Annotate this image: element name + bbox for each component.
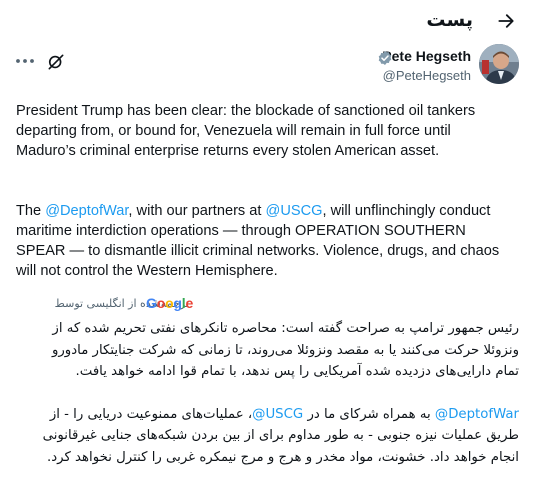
translated-text-segment: ، عملیات‌های ممنوعیت دریایی را - از [49, 406, 253, 422]
tweet-text-segment: , will unflinchingly conduct [322, 203, 491, 219]
tweet-text: President Trump has been clear: the bloc… [16, 101, 521, 281]
mention-link-uscg[interactable]: @USCG [252, 407, 303, 422]
author-name[interactable]: Pete Hegseth [382, 48, 471, 64]
tweet-text-segment: , with our partners at [128, 203, 266, 219]
avatar[interactable] [479, 44, 519, 84]
post-header: پست [0, 0, 535, 42]
tweet-line: The @DeptofWar, with our partners at @US… [16, 201, 521, 221]
tweet-line: President Trump has been clear: the bloc… [16, 103, 476, 119]
translated-line: طریق عملیات نیزه جنوبی - به طور مداوم بر… [42, 428, 519, 443]
avatar-image [479, 44, 519, 84]
page-title: پست [426, 9, 473, 31]
google-logo: Google [146, 295, 193, 311]
tweet-line: SPEAR — to dismantle illicit criminal ne… [16, 243, 500, 259]
tweet-line: Maduro’s criminal enterprise returns eve… [16, 143, 440, 159]
author-block: Pete Hegseth @PeteHegseth [0, 44, 535, 92]
verified-badge-icon [378, 51, 392, 65]
mention-link-deptofwar[interactable]: @DeptofWar [45, 203, 128, 219]
back-button[interactable] [493, 8, 519, 34]
tweet-line: will not control the Western Hemisphere. [16, 263, 278, 279]
author-handle[interactable]: @PeteHegseth [383, 68, 471, 83]
mention-link-deptofwar[interactable]: @DeptofWar [435, 407, 519, 422]
translated-line: رئیس جمهور ترامپ به صراحت گفته است: محاص… [52, 321, 519, 336]
tweet-line: maritime interdiction operations — throu… [16, 223, 466, 239]
tweet-line: departing from, or bound for, Venezuela … [16, 123, 451, 139]
google-logo-letter: G [146, 295, 157, 311]
translated-line: @DeptofWar به همراه شرکای ما در @USCG، ع… [14, 404, 519, 426]
translated-line: انجام خواهد داد. خشونت، مواد مخدر و هرج … [47, 449, 519, 465]
google-logo-letter: e [185, 295, 194, 311]
translated-line: ونزوئلا حرکت می‌کنند یا به مقصد ونزوئلا … [51, 342, 519, 358]
translated-text: رئیس جمهور ترامپ به صراحت گفته است: محاص… [14, 318, 519, 468]
translated-line: تمام دارایی‌های دزدیده شده آمریکایی را پ… [75, 364, 519, 379]
google-logo-letter: g [173, 295, 182, 311]
grok-icon [48, 54, 64, 70]
more-options-button[interactable] [14, 52, 36, 70]
more-dots-icon [16, 59, 34, 63]
translated-text-segment: به همراه شرکای ما در [303, 406, 435, 422]
tweet-text-segment: The [16, 203, 46, 219]
google-logo-letter: o [156, 295, 166, 311]
post-page: پست Pete Hegseth @PeteHegseth President … [0, 0, 535, 490]
arrow-right-icon [498, 14, 514, 28]
mention-link-uscg[interactable]: @USCG [266, 203, 323, 219]
grok-button[interactable] [46, 52, 66, 72]
